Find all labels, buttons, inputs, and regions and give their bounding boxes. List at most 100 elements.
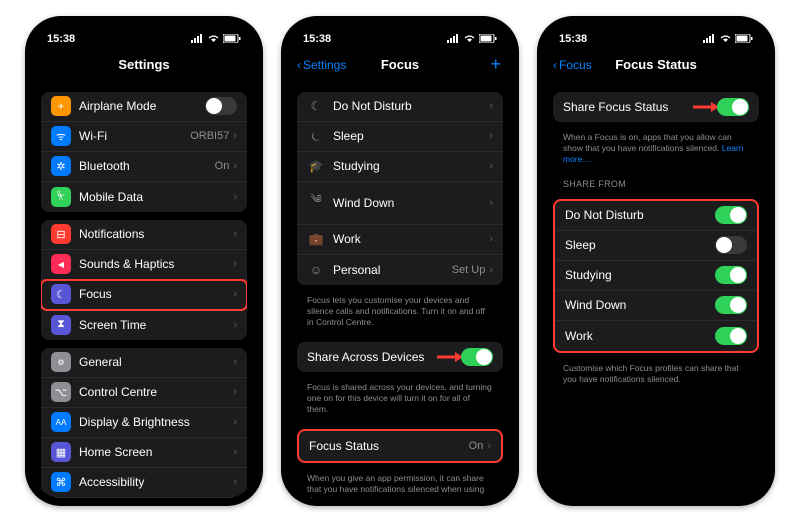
toggle[interactable]: [715, 296, 747, 314]
back-button[interactable]: ‹ Focus: [553, 58, 592, 72]
focus-mode-do-not-disturb[interactable]: ☾Do Not Disturb›: [297, 92, 503, 122]
wi-fi-icon: ᯤ: [51, 126, 71, 146]
share-from-studying[interactable]: Studying: [555, 261, 757, 291]
phone-settings: 15:38 Settings ✈︎Airplane ModeᯤWi-FiORBI…: [25, 16, 263, 506]
chevron-right-icon: ›: [489, 100, 493, 112]
airplane-mode-icon: ✈︎: [51, 96, 71, 116]
settings-row-control-centre[interactable]: ⌥Control Centre›: [41, 378, 247, 408]
row-label: Do Not Disturb: [565, 208, 715, 222]
personal-icon: ☺: [307, 263, 325, 277]
add-button[interactable]: +: [490, 54, 501, 75]
chevron-right-icon: ›: [233, 258, 237, 270]
share-from-sleep[interactable]: Sleep: [555, 231, 757, 261]
focus-mode-work[interactable]: 💼Work›: [297, 225, 503, 255]
share-from-work[interactable]: Work: [555, 321, 757, 351]
settings-row-focus[interactable]: ☾Focus›: [41, 280, 247, 310]
status-icons: [703, 34, 753, 43]
row-label: Accessibility: [79, 475, 233, 489]
row-label: Work: [565, 329, 715, 343]
chevron-right-icon: ›: [233, 160, 237, 172]
focus-icon: ☾: [51, 284, 71, 304]
row-label: Studying: [565, 268, 715, 282]
settings-row-general[interactable]: ⚙︎General›: [41, 348, 247, 378]
focus-status-highlight: Focus Status On ›: [297, 429, 503, 463]
row-label: Wi-Fi: [79, 129, 190, 143]
chevron-right-icon: ›: [233, 386, 237, 398]
accessibility-icon: ⌘: [51, 472, 71, 492]
toggle[interactable]: [715, 236, 747, 254]
studying-icon: 🎓: [307, 159, 325, 173]
chevron-right-icon: ›: [233, 228, 237, 240]
row-label: Wind Down: [565, 298, 715, 312]
chevron-right-icon: ›: [489, 197, 493, 209]
chevron-right-icon: ›: [487, 440, 491, 452]
toggle[interactable]: [715, 327, 747, 345]
status-icons: [447, 34, 497, 43]
row-label: Sleep: [565, 238, 715, 252]
share-toggle[interactable]: [461, 348, 493, 366]
page-title: Focus Status: [615, 57, 697, 72]
share-focus-status-label: Share Focus Status: [563, 100, 717, 114]
toggle[interactable]: [715, 266, 747, 284]
settings-row-home-screen[interactable]: ▦Home Screen›: [41, 438, 247, 468]
chevron-right-icon: ›: [233, 356, 237, 368]
nav-bar: ‹ Focus Focus Status: [545, 50, 767, 80]
row-value: On: [215, 160, 230, 172]
share-focus-status-row[interactable]: Share Focus Status: [553, 92, 759, 122]
chevron-right-icon: ›: [489, 264, 493, 276]
focus-mode-personal[interactable]: ☺PersonalSet Up›: [297, 255, 503, 285]
modes-footer: Focus lets you customise your devices an…: [297, 293, 503, 334]
chevron-right-icon: ›: [233, 319, 237, 331]
page-title: Focus: [381, 57, 419, 72]
toggle[interactable]: [715, 206, 747, 224]
row-label: Mobile Data: [79, 190, 233, 204]
settings-row-sounds-haptics[interactable]: ◀︎Sounds & Haptics›: [41, 250, 247, 280]
share-label: Share Across Devices: [307, 350, 461, 364]
focus-mode-studying[interactable]: 🎓Studying›: [297, 152, 503, 182]
settings-row-display-brightness[interactable]: AA Display & Brightness›: [41, 408, 247, 438]
share-from-wind-down[interactable]: Wind Down: [555, 291, 757, 321]
settings-row-bluetooth[interactable]: ✲BluetoothOn›: [41, 152, 247, 182]
status-footer: When you give an app permission, it can …: [297, 471, 503, 498]
status-time: 15:38: [47, 33, 75, 45]
display-brightness-icon: AA: [51, 412, 71, 432]
share-from-do-not-disturb[interactable]: Do Not Disturb: [555, 201, 757, 231]
page-title: Settings: [118, 57, 169, 72]
status-time: 15:38: [559, 33, 587, 45]
row-label: Screen Time: [79, 318, 233, 332]
focus-status-row[interactable]: Focus Status On ›: [299, 431, 501, 461]
share-from-header: Share From: [553, 171, 759, 191]
sleep-icon: ⏾: [307, 129, 325, 144]
status-icons: [191, 34, 241, 43]
settings-row-screen-time[interactable]: ⧗Screen Time›: [41, 310, 247, 340]
focus-mode-sleep[interactable]: ⏾Sleep›: [297, 122, 503, 152]
row-label: Display & Brightness: [79, 415, 233, 429]
settings-list[interactable]: ✈︎Airplane ModeᯤWi-FiORBI57›✲BluetoothOn…: [33, 80, 255, 498]
row-label: Personal: [333, 263, 452, 277]
share-across-devices-row[interactable]: Share Across Devices: [297, 342, 503, 372]
share-from-highlight: Do Not Disturb Sleep Studying Wind Down Work: [553, 199, 759, 353]
chevron-right-icon: ›: [233, 476, 237, 488]
chevron-right-icon: ›: [233, 416, 237, 428]
row-label: General: [79, 355, 233, 369]
share-focus-footer: When a Focus is on, apps that you allow …: [553, 130, 759, 171]
phone-focus-status: 15:38 ‹ Focus Focus Status Share Focus S…: [537, 16, 775, 506]
nav-bar: ‹ Settings Focus +: [289, 50, 511, 80]
focus-mode-wind-down[interactable]: ༄Wind Down›: [297, 182, 503, 225]
row-label: Sleep: [333, 129, 489, 143]
settings-row-accessibility[interactable]: ⌘ Accessibility›: [41, 468, 247, 498]
airplane-toggle[interactable]: [205, 97, 237, 115]
share-footer: Focus is shared across your devices, and…: [297, 380, 503, 421]
chevron-right-icon: ›: [489, 233, 493, 245]
phone-focus: 15:38 ‹ Settings Focus + ☾Do Not Disturb…: [281, 16, 519, 506]
settings-row-notifications[interactable]: ⊟Notifications›: [41, 220, 247, 250]
share-focus-status-toggle[interactable]: [717, 98, 749, 116]
settings-row-airplane-mode[interactable]: ✈︎Airplane Mode: [41, 92, 247, 122]
chevron-right-icon: ›: [233, 446, 237, 458]
work-icon: 💼: [307, 232, 325, 246]
settings-row-mobile-data[interactable]: ⏧Mobile Data›: [41, 182, 247, 212]
settings-row-wi-fi[interactable]: ᯤWi-FiORBI57›: [41, 122, 247, 152]
home-screen-icon: ▦: [51, 442, 71, 462]
chevron-right-icon: ›: [489, 160, 493, 172]
back-button[interactable]: ‹ Settings: [297, 58, 346, 72]
